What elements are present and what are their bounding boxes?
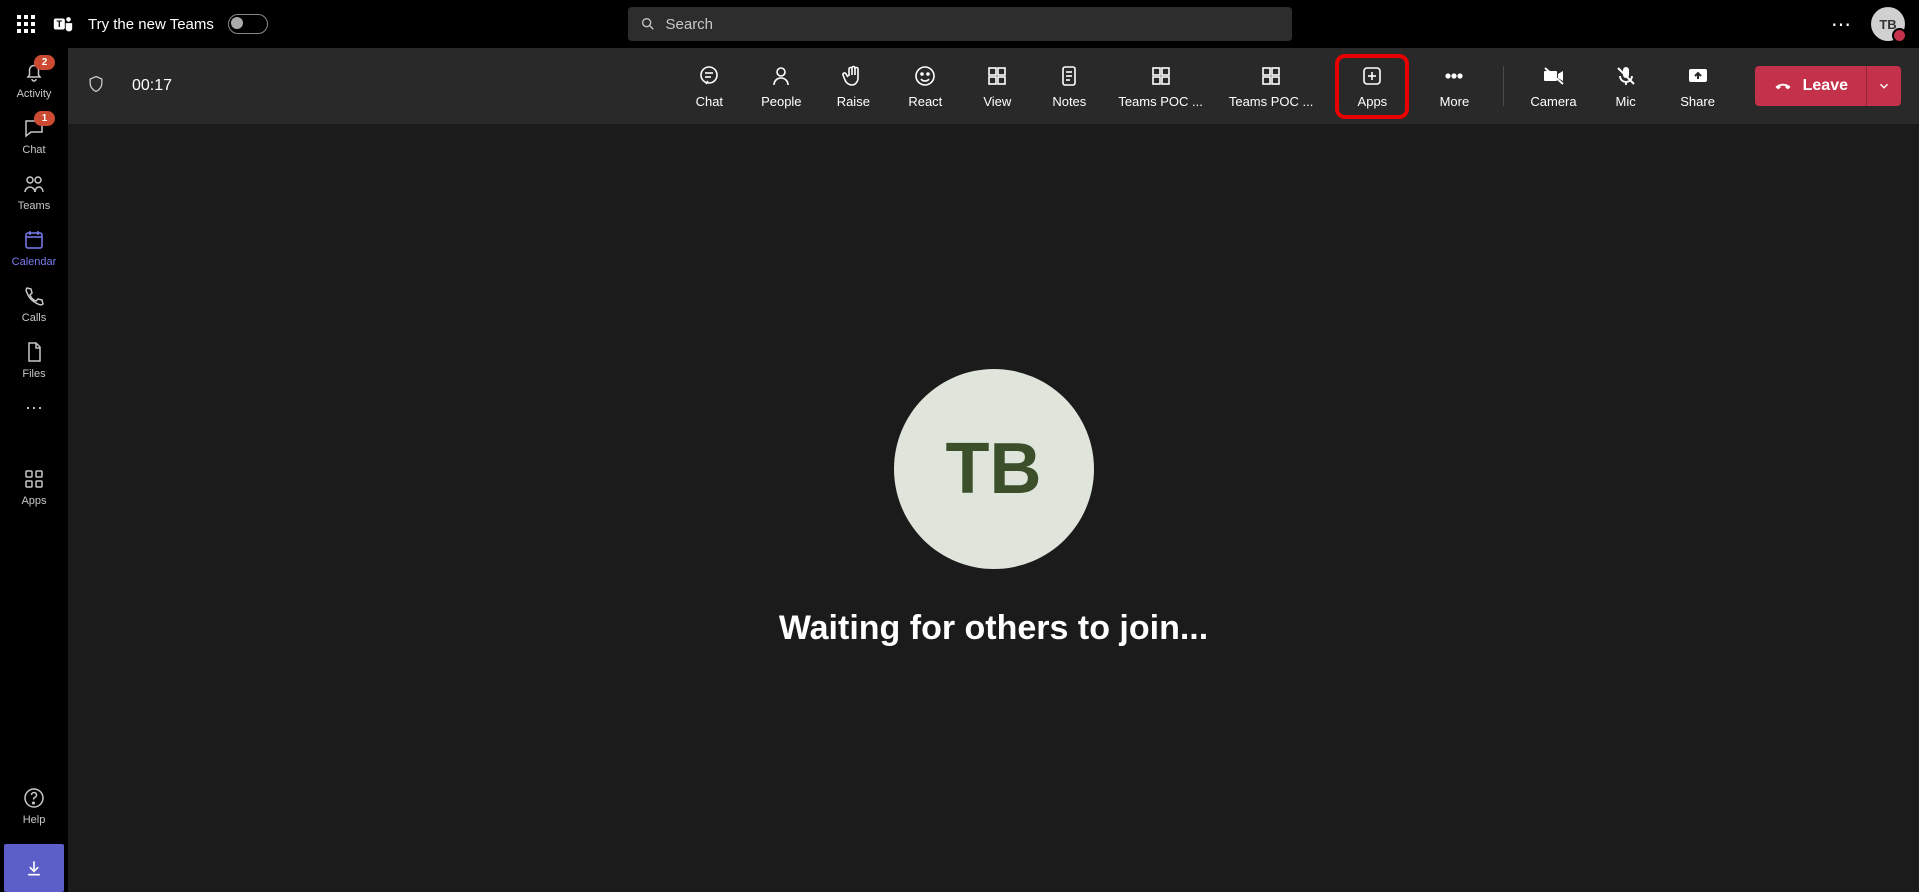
meeting-chat-button[interactable]: Chat [686,64,732,109]
presence-indicator [1892,28,1907,43]
rail-label: Calls [22,312,46,324]
meeting-poc2-button[interactable]: Teams POC ... [1229,64,1314,109]
rail-calls[interactable]: Calls [0,276,68,332]
rail-calendar[interactable]: Calendar [0,220,68,276]
rail-activity[interactable]: 2 Activity [0,52,68,108]
button-label: Share [1680,94,1715,109]
avatar-initials: TB [946,428,1042,510]
download-button[interactable] [4,844,64,892]
meeting-notes-button[interactable]: Notes [1046,64,1092,109]
search-box[interactable]: Search [628,7,1292,41]
button-label: Notes [1052,94,1086,109]
rail-label: Chat [22,144,45,156]
search-icon [640,16,656,32]
meeting-share-button[interactable]: Share [1675,64,1721,109]
meeting-poc1-button[interactable]: Teams POC ... [1118,64,1203,109]
meeting-view-button[interactable]: View [974,64,1020,109]
try-new-teams-toggle[interactable] [228,14,268,34]
meeting-apps-button[interactable]: Apps [1335,54,1409,119]
meeting-mic-button[interactable]: Mic [1603,64,1649,109]
chevron-down-icon [1877,79,1891,93]
rail-teams[interactable]: Teams [0,164,68,220]
phone-icon [22,284,46,308]
rail-help[interactable]: Help [0,778,68,834]
file-icon [22,340,46,364]
app-rail: 2 Activity 1 Chat Teams Calendar Calls F… [0,48,68,892]
button-label: Apps [1358,94,1388,109]
meeting-more-button[interactable]: More [1431,64,1477,109]
activity-badge: 2 [34,55,55,70]
shield-icon [86,74,106,94]
rail-label: Calendar [12,256,57,268]
search-placeholder: Search [666,16,714,33]
teams-icon [22,172,46,196]
toolbar-separator [1503,66,1504,106]
leave-options-button[interactable] [1866,66,1901,106]
download-icon [24,858,44,878]
app-tile-icon [1259,64,1283,88]
profile-avatar[interactable]: TB [1871,7,1905,41]
chat-bubble-icon [697,64,721,88]
button-label: People [761,94,801,109]
title-bar: T Try the new Teams Search ⋯ TB [0,0,1919,48]
smile-icon [913,64,937,88]
meeting-toolbar: 00:17 Chat People Raise React View Notes… [68,48,1919,124]
button-label: More [1440,94,1470,109]
hangup-icon [1773,76,1793,96]
app-launcher-icon[interactable] [14,12,38,36]
apps-grid-icon [22,467,46,491]
settings-more-icon[interactable]: ⋯ [1831,12,1853,37]
grid-view-icon [985,64,1009,88]
leave-button[interactable]: Leave [1755,66,1866,106]
meeting-raise-button[interactable]: Raise [830,64,876,109]
camera-off-icon [1542,64,1566,88]
leave-button-group: Leave [1755,66,1901,106]
button-label: View [983,94,1011,109]
rail-label: Files [22,368,45,380]
try-new-teams-label: Try the new Teams [88,16,214,33]
button-label: React [908,94,942,109]
button-label: Chat [696,94,723,109]
add-app-icon [1360,64,1384,88]
rail-chat[interactable]: 1 Chat [0,108,68,164]
chat-badge: 1 [34,111,55,126]
teams-logo-icon: T [52,13,74,35]
rail-label: Apps [21,495,46,507]
privacy-shield-button[interactable] [86,74,106,99]
notes-icon [1057,64,1081,88]
help-icon [22,786,46,810]
ellipsis-icon [1442,64,1466,88]
button-label: Teams POC ... [1118,94,1203,109]
button-label: Raise [837,94,870,109]
leave-label: Leave [1803,77,1848,95]
meeting-people-button[interactable]: People [758,64,804,109]
meeting-stage: TB Waiting for others to join... [68,124,1919,892]
mic-off-icon [1614,64,1638,88]
rail-label: Teams [18,200,50,212]
button-label: Mic [1616,94,1636,109]
hand-icon [841,64,865,88]
call-timer: 00:17 [132,77,172,95]
meeting-react-button[interactable]: React [902,64,948,109]
svg-text:T: T [57,19,63,29]
rail-label: Activity [17,88,52,100]
button-label: Camera [1530,94,1576,109]
rail-overflow[interactable]: ⋯ [0,390,68,431]
calendar-icon [22,228,46,252]
meeting-camera-button[interactable]: Camera [1530,64,1576,109]
rail-files[interactable]: Files [0,332,68,388]
participant-avatar: TB [894,369,1094,569]
rail-apps[interactable]: Apps [0,459,68,515]
button-label: Teams POC ... [1229,94,1314,109]
person-icon [769,64,793,88]
app-tile-icon [1149,64,1173,88]
waiting-message: Waiting for others to join... [779,609,1208,648]
rail-label: Help [23,814,46,826]
share-screen-icon [1686,64,1710,88]
